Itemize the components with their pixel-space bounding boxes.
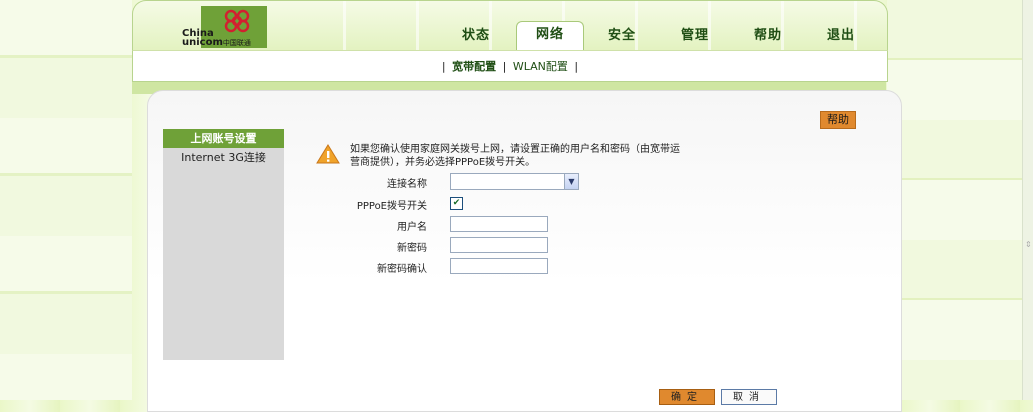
- sidebar-item-account-settings[interactable]: 上网账号设置: [163, 129, 284, 148]
- scroll-marker: ⇕: [1025, 240, 1032, 249]
- sidebar-item-internet-3g[interactable]: Internet 3G连接: [163, 148, 284, 167]
- cancel-button[interactable]: 取消: [721, 389, 777, 405]
- password-label: 新密码: [397, 243, 427, 254]
- nav-management[interactable]: 管理: [662, 23, 728, 49]
- subnav-separator: |: [502, 60, 507, 73]
- nav-logout[interactable]: 退出: [808, 23, 874, 49]
- password-row: 新密码: [298, 237, 698, 255]
- header: China unicom中国联通 状态 网络 安全 管理 帮助 退出: [132, 0, 888, 51]
- pppoe-checkbox[interactable]: ✔: [450, 197, 463, 210]
- connection-name-label: 连接名称: [387, 179, 427, 190]
- confirm-button[interactable]: 确定: [659, 389, 715, 405]
- page-background-right: [887, 0, 1033, 400]
- subnav-separator: |: [574, 60, 579, 73]
- username-row: 用户名: [298, 216, 698, 234]
- subnav-separator: |: [441, 60, 446, 73]
- logo-line2: unicom: [182, 37, 223, 48]
- logo-text: China unicom中国联通: [182, 29, 251, 48]
- confirm-password-input[interactable]: [450, 258, 548, 274]
- pppoe-label: PPPoE拨号开关: [356, 201, 427, 212]
- nav-network[interactable]: 网络: [516, 21, 584, 50]
- subnav-wlan-config[interactable]: WLAN配置: [513, 60, 568, 73]
- scrollbar[interactable]: ⇕: [1022, 0, 1033, 400]
- confirm-password-label: 新密码确认: [377, 264, 427, 275]
- connection-name-select[interactable]: ▼: [450, 173, 579, 190]
- sidebar: 上网账号设置 Internet 3G连接: [163, 129, 284, 360]
- pppoe-row: PPPoE拨号开关 ✔: [298, 195, 698, 213]
- password-input[interactable]: [450, 237, 548, 253]
- username-label: 用户名: [397, 222, 427, 233]
- chevron-down-icon[interactable]: ▼: [564, 174, 578, 189]
- subnav-broadband-config[interactable]: 宽带配置: [452, 60, 496, 73]
- username-input[interactable]: [450, 216, 548, 232]
- nav-security[interactable]: 安全: [589, 23, 655, 49]
- warning-icon: [316, 144, 340, 164]
- help-button[interactable]: 帮助: [820, 111, 856, 129]
- connection-name-row: 连接名称 ▼: [298, 173, 698, 191]
- sub-nav: | 宽带配置 | WLAN配置 |: [132, 50, 888, 82]
- info-message: 如果您确认使用家庭网关拨号上网，请设置正确的用户名和密码（由宽带运营商提供），并…: [350, 144, 680, 168]
- checkmark-icon: ✔: [452, 198, 461, 208]
- nav-help[interactable]: 帮助: [735, 23, 801, 49]
- logo-cn: 中国联通: [222, 39, 251, 47]
- router-admin-frame: China unicom中国联通 状态 网络 安全 管理 帮助 退出 | 宽带配…: [132, 0, 902, 412]
- nav-status[interactable]: 状态: [443, 23, 509, 49]
- content-panel: 帮助 上网账号设置 Internet 3G连接 如果您确认使用家庭网关拨号上网，…: [147, 90, 902, 412]
- confirm-password-row: 新密码确认: [298, 258, 698, 276]
- page-background-left: [0, 0, 132, 400]
